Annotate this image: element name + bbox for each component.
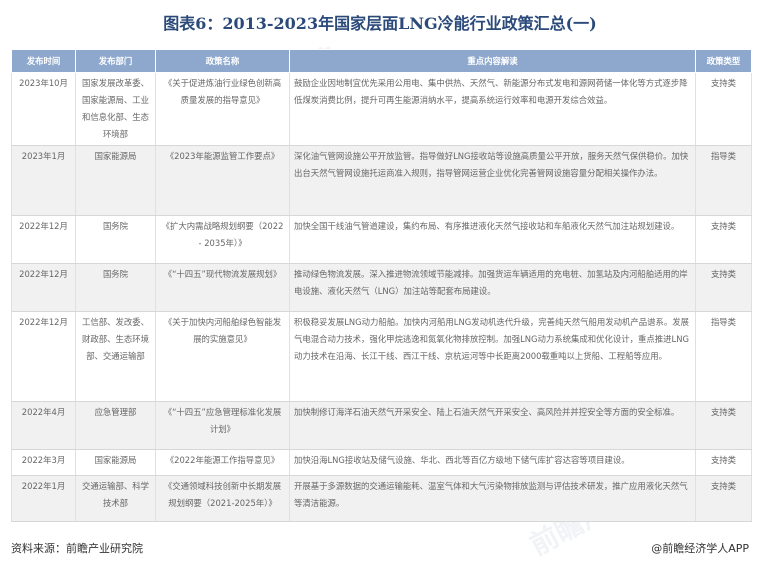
cell-dept: 国家发展改革委、国家能源局、工业和信息化部、生态环境部 — [75, 72, 156, 146]
cell-policy-name: 《交通领域科技创新中长期发展规划纲要（2021-2025年）》 — [155, 475, 290, 522]
cell-dept: 工信部、发改委、财政部、生态环境部、交通运输部 — [75, 311, 156, 402]
cell-type: 支持类 — [695, 215, 752, 264]
cell-type: 支持类 — [695, 475, 752, 522]
table-header-row: 发布时间 发布部门 政策名称 重点内容解读 政策类型 — [11, 49, 752, 73]
cell-content: 加快制修订海洋石油天然气开采安全、陆上石油天然气开采安全、高风险并并控安全等方面… — [289, 401, 696, 450]
column-header-date: 发布时间 — [11, 49, 76, 73]
table-row: 2022年1月 交通运输部、科学技术部 《交通领域科技创新中长期发展规划纲要（2… — [11, 475, 752, 522]
cell-policy-name: 《关于促进炼油行业绿色创新高质量发展的指导意见》 — [155, 72, 290, 146]
cell-content: 加快沿海LNG接收站及储气设施、华北、西北等百亿方级地下储气库扩容达容等项目建设… — [289, 449, 696, 476]
cell-type: 支持类 — [695, 449, 752, 476]
table-row: 2023年10月 国家发展改革委、国家能源局、工业和信息化部、生态环境部 《关于… — [11, 72, 752, 146]
cell-content: 积极稳妥发展LNG动力船舶。加快内河船用LNG发动机迭代升级，完善纯天然气船用发… — [289, 311, 696, 402]
cell-type: 支持类 — [695, 401, 752, 450]
cell-type: 支持类 — [695, 72, 752, 146]
cell-date: 2022年3月 — [11, 449, 76, 476]
cell-policy-name: 《2023年能源监管工作要点》 — [155, 145, 290, 216]
policy-table: 发布时间 发布部门 政策名称 重点内容解读 政策类型 2023年10月 国家发展… — [11, 49, 752, 522]
table-row: 2022年12月 工信部、发改委、财政部、生态环境部、交通运输部 《关于加快内河… — [11, 311, 752, 402]
column-header-name: 政策名称 — [155, 49, 290, 73]
column-header-dept: 发布部门 — [75, 49, 156, 73]
page-title: 图表6：2013-2023年国家层面LNG冷能行业政策汇总(一) — [163, 14, 597, 33]
cell-content: 鼓励企业因地制宜优先采用公用电、集中供热、天然气、新能源分布式发电和源网荷储一体… — [289, 72, 696, 146]
cell-content: 开展基于多源数据的交通运输能耗、温室气体和大气污染物排放监测与评估技术研发，推广… — [289, 475, 696, 522]
cell-date: 2023年10月 — [11, 72, 76, 146]
cell-type: 指导类 — [695, 311, 752, 402]
cell-dept: 国务院 — [75, 215, 156, 264]
cell-type: 支持类 — [695, 263, 752, 312]
source-note: 资料来源：前瞻产业研究院 — [11, 542, 143, 555]
cell-policy-name: 《扩大内需战略规划纲要（2022 - 2035年）》 — [155, 215, 290, 264]
cell-date: 2022年1月 — [11, 475, 76, 522]
cell-date: 2022年4月 — [11, 401, 76, 450]
cell-policy-name: 《“十四五”现代物流发展规划》 — [155, 263, 290, 312]
cell-dept: 国家能源局 — [75, 449, 156, 476]
cell-type: 指导类 — [695, 145, 752, 216]
cell-content: 加快全国干线油气管道建设，集约布局、有序推进液化天然气接收站和车船液化天然气加注… — [289, 215, 696, 264]
cell-dept: 应急管理部 — [75, 401, 156, 450]
cell-policy-name: 《2022年能源工作指导意见》 — [155, 449, 290, 476]
cell-dept: 国家能源局 — [75, 145, 156, 216]
table-row: 2022年12月 国务院 《扩大内需战略规划纲要（2022 - 2035年）》 … — [11, 215, 752, 264]
cell-dept: 交通运输部、科学技术部 — [75, 475, 156, 522]
cell-dept: 国务院 — [75, 263, 156, 312]
cell-policy-name: 《关于加快内河船舶绿色智能发展的实施意见》 — [155, 311, 290, 402]
table-row: 2023年1月 国家能源局 《2023年能源监管工作要点》 深化油气管网设施公平… — [11, 145, 752, 216]
brand-credit: @前瞻经济学人APP — [651, 542, 749, 555]
cell-date: 2022年12月 — [11, 215, 76, 264]
table-row: 2022年12月 国务院 《“十四五”现代物流发展规划》 推动绿色物流发展。深入… — [11, 263, 752, 312]
table-row: 2022年4月 应急管理部 《“十四五”应急管理标准化发展计划》 加快制修订海洋… — [11, 401, 752, 450]
column-header-type: 政策类型 — [695, 49, 752, 73]
cell-date: 2023年1月 — [11, 145, 76, 216]
cell-date: 2022年12月 — [11, 311, 76, 402]
cell-content: 深化油气管网设施公平开放监管。指导做好LNG接收站等设施高质量公平开放，服务天然… — [289, 145, 696, 216]
cell-date: 2022年12月 — [11, 263, 76, 312]
cell-policy-name: 《“十四五”应急管理标准化发展计划》 — [155, 401, 290, 450]
table-row: 2022年3月 国家能源局 《2022年能源工作指导意见》 加快沿海LNG接收站… — [11, 449, 752, 476]
column-header-content: 重点内容解读 — [289, 49, 696, 73]
cell-content: 推动绿色物流发展。深入推进物流领域节能减排。加强货运车辆适用的充电桩、加氢站及内… — [289, 263, 696, 312]
